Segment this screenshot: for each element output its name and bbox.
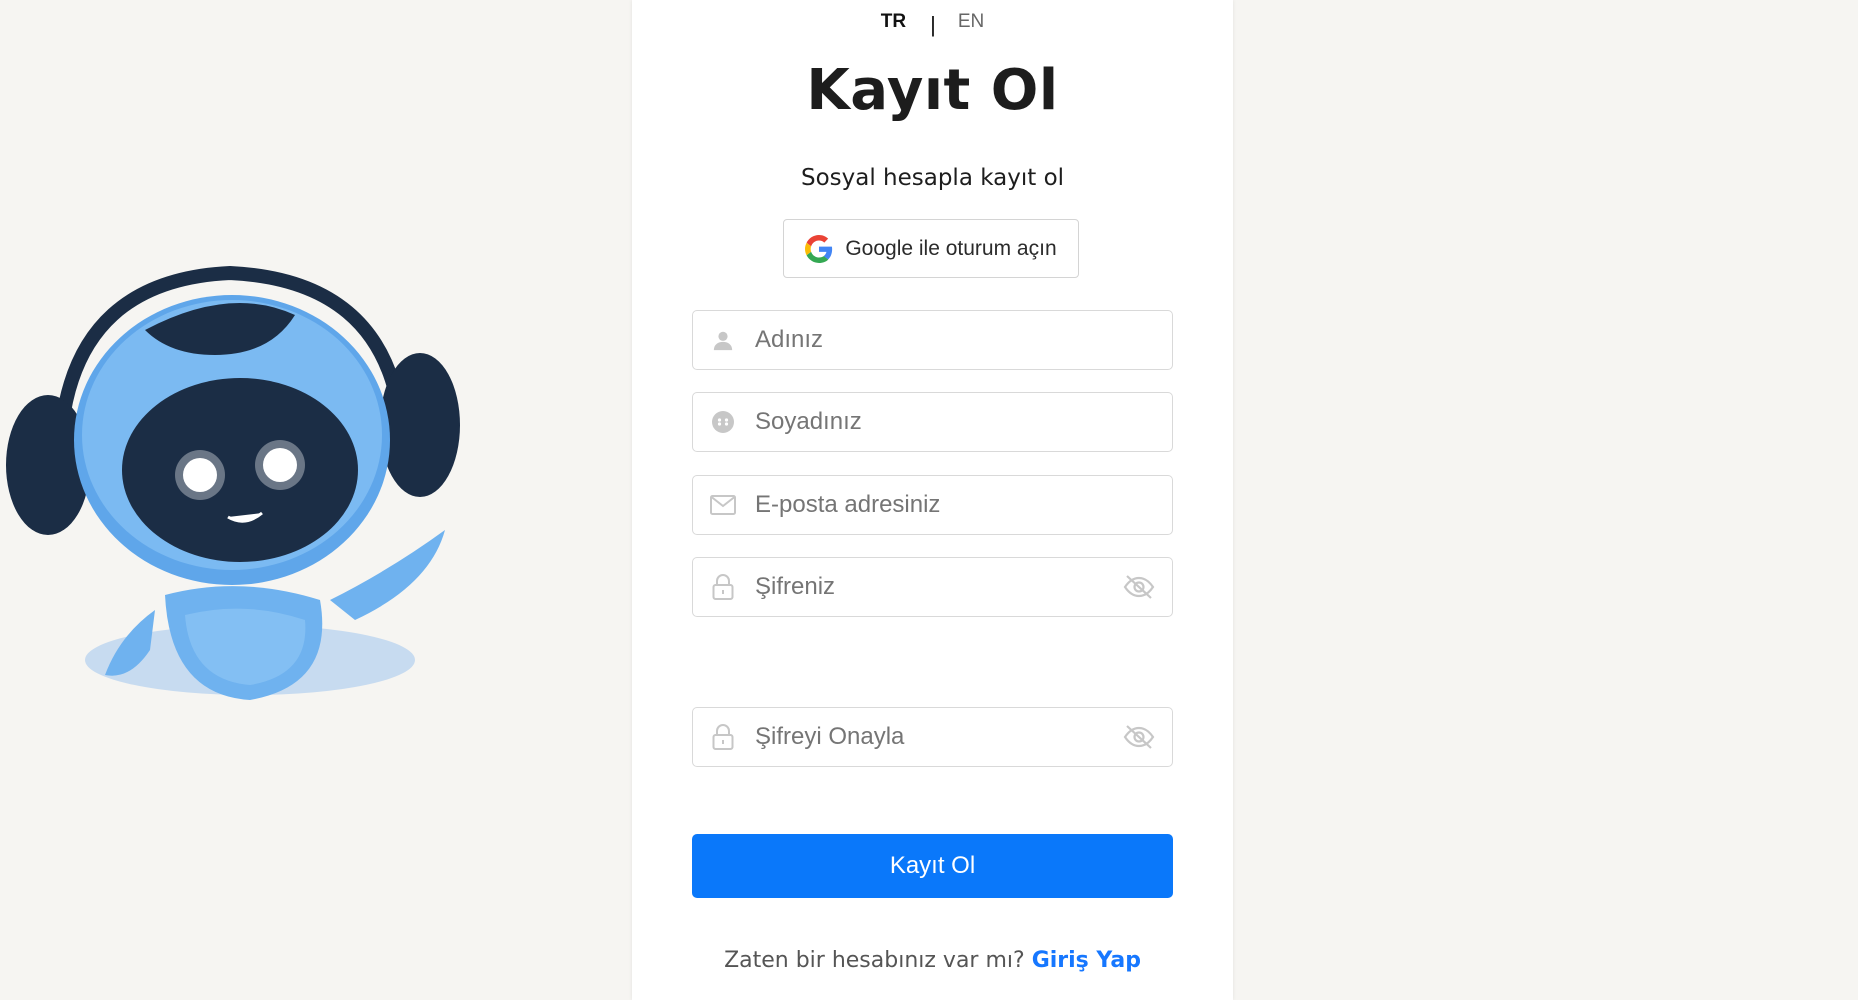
password-field[interactable] [692, 557, 1173, 617]
lock-icon [709, 573, 737, 601]
page-title: Kayıt Ol [806, 58, 1059, 123]
robot-mascot-illustration [6, 265, 460, 700]
login-link[interactable]: Giriş Yap [1032, 948, 1141, 973]
eye-off-icon[interactable] [1122, 570, 1156, 604]
confirm-password-field[interactable] [692, 707, 1173, 767]
google-signin-label: Google ile oturum açın [845, 236, 1057, 260]
last-name-input[interactable] [753, 392, 1172, 452]
google-signin-button[interactable]: Google ile oturum açın [783, 219, 1079, 278]
login-prompt-text: Zaten bir hesabınız var mı? [724, 948, 1025, 973]
first-name-input[interactable] [753, 310, 1172, 370]
smile-face-icon [709, 408, 737, 436]
confirm-password-input[interactable] [753, 707, 1122, 767]
language-tr[interactable]: TR [881, 11, 906, 33]
email-input[interactable] [753, 475, 1172, 535]
eye-off-icon[interactable] [1122, 720, 1156, 754]
language-switcher: TR | EN [632, 9, 1233, 37]
email-field[interactable] [692, 475, 1173, 535]
social-signup-subtitle: Sosyal hesapla kayıt ol [800, 165, 1065, 191]
password-input[interactable] [753, 557, 1122, 617]
google-icon [805, 234, 833, 263]
last-name-field[interactable] [692, 392, 1173, 452]
user-icon [709, 326, 737, 354]
mail-icon [709, 491, 737, 519]
language-en[interactable]: EN [958, 11, 984, 33]
register-card: TR | EN Kayıt Ol Sosyal hesapla kayıt ol… [632, 0, 1233, 1000]
register-button[interactable]: Kayıt Ol [692, 834, 1173, 898]
first-name-field[interactable] [692, 310, 1173, 370]
login-prompt: Zaten bir hesabınız var mı? Giriş Yap [632, 948, 1233, 973]
lock-icon [709, 723, 737, 751]
language-separator: | [930, 12, 936, 37]
page: TR | EN Kayıt Ol Sosyal hesapla kayıt ol… [0, 0, 1858, 1000]
